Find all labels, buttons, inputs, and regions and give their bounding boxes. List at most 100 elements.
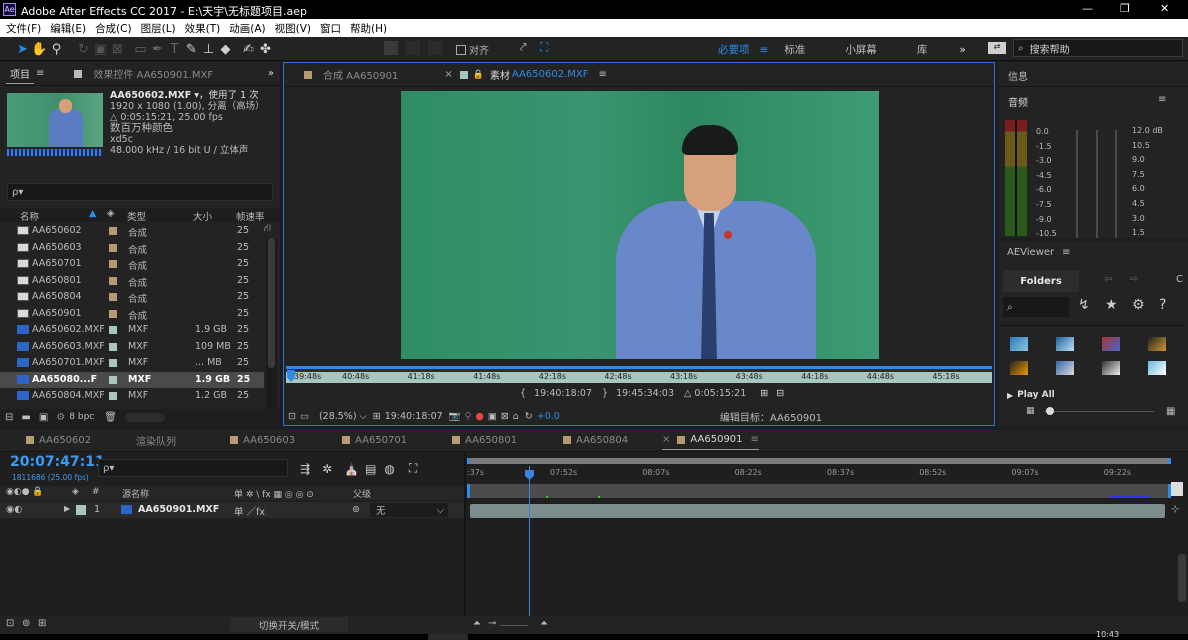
puppet-pin-tool-icon[interactable]: ✤ bbox=[257, 42, 274, 57]
preset-thumb-2[interactable] bbox=[1056, 337, 1074, 351]
project-item-row[interactable]: AA650602 合成 25 bbox=[0, 223, 264, 240]
close-tab-icon[interactable]: × bbox=[662, 434, 670, 445]
item-label-color[interactable] bbox=[109, 326, 117, 334]
work-area-bar[interactable] bbox=[467, 458, 1171, 464]
comp-navigator-bar[interactable] bbox=[467, 484, 1171, 498]
footage-edit-icon[interactable]: ⌂ bbox=[513, 411, 519, 422]
preset-thumb-3[interactable] bbox=[1102, 337, 1120, 351]
expand-in-out-icon[interactable]: ⊞ bbox=[38, 618, 46, 629]
preset-thumb-5[interactable] bbox=[1010, 361, 1028, 375]
panel-overflow-icon[interactable]: » bbox=[268, 68, 274, 79]
workspace-menu-icon[interactable]: ≡ bbox=[760, 44, 769, 56]
thumb-size-slider[interactable] bbox=[1044, 411, 1154, 412]
project-settings-icon[interactable]: ⚙ bbox=[56, 412, 65, 423]
workspace-standard[interactable]: 标准 bbox=[784, 42, 805, 57]
maximize-button[interactable]: ❐ bbox=[1120, 2, 1130, 15]
zoom-in-icon[interactable]: ⏶ bbox=[540, 618, 548, 629]
tab-footage-name[interactable]: AA650602.MXF bbox=[512, 69, 589, 80]
menu-edit[interactable]: 编辑(E) bbox=[50, 21, 86, 36]
project-search-input[interactable]: ρ▾ bbox=[7, 183, 273, 201]
menu-view[interactable]: 视图(V) bbox=[275, 21, 311, 36]
preset-thumb-6[interactable] bbox=[1056, 361, 1074, 375]
frame-blending-icon[interactable]: ▤ bbox=[365, 462, 376, 476]
brush-tool-icon[interactable]: ✎ bbox=[183, 42, 200, 57]
new-folder-icon[interactable]: ▬ bbox=[21, 412, 30, 423]
column-name[interactable]: 名称 bbox=[20, 209, 39, 223]
out-point-time[interactable]: 19:45:34:03 bbox=[616, 388, 674, 399]
shy-layers-icon[interactable]: ⛪ bbox=[344, 462, 359, 476]
footage-time-ruler[interactable]: 39:48s 40:48s 41:18s 41:48s 42:18s 42:48s 43:1… bbox=[286, 366, 992, 383]
parent-dropdown[interactable]: 无 ⌵ bbox=[370, 503, 448, 517]
timeline-tab[interactable]: 渲染队列 bbox=[136, 430, 176, 450]
project-item-row[interactable]: AA650603 合成 25 bbox=[0, 240, 264, 257]
menu-composition[interactable]: 合成(C) bbox=[95, 21, 132, 36]
current-time-display[interactable]: 19:40:18:07 bbox=[385, 411, 443, 422]
item-label-color[interactable] bbox=[109, 293, 117, 301]
preset-thumb-4[interactable] bbox=[1148, 337, 1166, 351]
project-item-row[interactable]: AA65080...F MXF 1.9 GB 25 bbox=[0, 371, 264, 388]
expand-layer-switches-icon[interactable]: ⊡ bbox=[6, 618, 14, 629]
out-point-bracket[interactable]: } bbox=[602, 388, 608, 399]
aeviewer-overflow[interactable]: C bbox=[1176, 274, 1183, 285]
snap-grid-icon[interactable]: ⛶ bbox=[540, 40, 548, 55]
timeline-search-input[interactable]: ρ▾ bbox=[98, 459, 288, 477]
roto-brush-tool-icon[interactable]: ✍ bbox=[240, 42, 257, 57]
layer-name[interactable]: AA650901.MXF bbox=[138, 504, 219, 515]
preset-thumb-7[interactable] bbox=[1102, 361, 1120, 375]
minimize-button[interactable]: — bbox=[1082, 2, 1093, 15]
camera-tool-icon[interactable]: ▣ bbox=[92, 42, 109, 57]
layer-bar-toggle-icon[interactable]: ⊹ bbox=[1171, 504, 1179, 515]
source-name-header[interactable]: 源名称 bbox=[122, 487, 149, 500]
thumb-size-slider-handle[interactable] bbox=[1046, 407, 1054, 415]
region-of-interest-icon[interactable]: ▣ bbox=[488, 411, 497, 422]
current-time-indicator[interactable] bbox=[529, 466, 530, 618]
thumbnail-slider[interactable] bbox=[124, 412, 165, 422]
play-all-triangle-icon[interactable]: ▶ bbox=[1007, 391, 1013, 400]
pan-behind-tool-icon[interactable]: ⊠ bbox=[109, 42, 126, 57]
workspace-more[interactable]: » bbox=[959, 44, 965, 56]
always-preview-icon[interactable]: ⊡ bbox=[288, 411, 296, 422]
aeviewer-menu-icon[interactable]: ≡ bbox=[1062, 247, 1070, 258]
motion-blur-icon[interactable]: ◍ bbox=[384, 462, 394, 476]
timeline-tab[interactable]: × AA650901 ≡ bbox=[662, 430, 759, 450]
close-button[interactable]: ✕ bbox=[1160, 2, 1169, 15]
transparency-grid-icon[interactable]: ⊠ bbox=[501, 411, 509, 422]
item-label-color[interactable] bbox=[109, 243, 117, 252]
safe-margins-icon[interactable]: ⊞ bbox=[373, 411, 381, 422]
type-tool-icon[interactable]: T bbox=[166, 42, 183, 57]
timeline-tab[interactable]: AA650602 bbox=[26, 430, 91, 450]
snap-icon[interactable]: ⤤ bbox=[520, 40, 527, 55]
label-column-icon[interactable]: ◈ bbox=[107, 208, 114, 219]
item-label-color[interactable] bbox=[109, 359, 117, 367]
rectangle-tool-icon[interactable]: ▭ bbox=[132, 42, 149, 57]
zoom-level[interactable]: (28.5%) bbox=[319, 411, 357, 422]
folders-button[interactable]: Folders bbox=[1003, 270, 1079, 292]
current-timecode[interactable]: 20:07:47:11 bbox=[10, 454, 105, 470]
project-item-row[interactable]: AA650804.MXF MXF 1.2 GB 25 bbox=[0, 388, 264, 405]
expand-transfer-controls-icon[interactable]: ⊚ bbox=[22, 618, 30, 629]
viewer-menu-icon[interactable]: ≡ bbox=[598, 69, 606, 80]
aeviewer-search-input[interactable]: ⌕ bbox=[1003, 297, 1069, 317]
timeline-tab[interactable]: AA650603 bbox=[230, 430, 295, 450]
layer-switches[interactable]: 单 ／fx bbox=[234, 504, 265, 518]
column-size[interactable]: 大小 bbox=[193, 209, 212, 223]
menu-animation[interactable]: 动画(A) bbox=[229, 21, 265, 36]
project-item-row[interactable]: AA650701 合成 25 bbox=[0, 256, 264, 273]
timeline-scrollbar[interactable] bbox=[1178, 554, 1186, 602]
in-point-time[interactable]: 19:40:18:07 bbox=[534, 388, 592, 399]
zoom-slider-track[interactable] bbox=[500, 625, 528, 626]
menu-file[interactable]: 文件(F) bbox=[6, 21, 41, 36]
workspace-toggle-icon[interactable]: ⇄ bbox=[988, 42, 1006, 54]
audio-slider-left[interactable] bbox=[1076, 130, 1078, 238]
snapshot-icon[interactable]: 📷 bbox=[449, 411, 461, 422]
project-scrollbar[interactable] bbox=[266, 238, 277, 414]
workspace-libraries[interactable]: 库 bbox=[917, 42, 928, 57]
play-all-label[interactable]: Play All bbox=[1017, 390, 1055, 400]
layer-expand-icon[interactable]: ▶ bbox=[64, 504, 70, 513]
taskbar-app-icon[interactable] bbox=[428, 634, 468, 640]
audio-slider-right[interactable] bbox=[1096, 130, 1098, 238]
reset-exposure-icon[interactable]: ↻ bbox=[525, 411, 533, 422]
tab-info[interactable]: 信息 bbox=[1008, 68, 1028, 83]
overlay-edit-icon[interactable]: ⊞ bbox=[760, 388, 768, 399]
parent-dropdown-arrow-icon[interactable]: ⌵ bbox=[437, 505, 444, 516]
